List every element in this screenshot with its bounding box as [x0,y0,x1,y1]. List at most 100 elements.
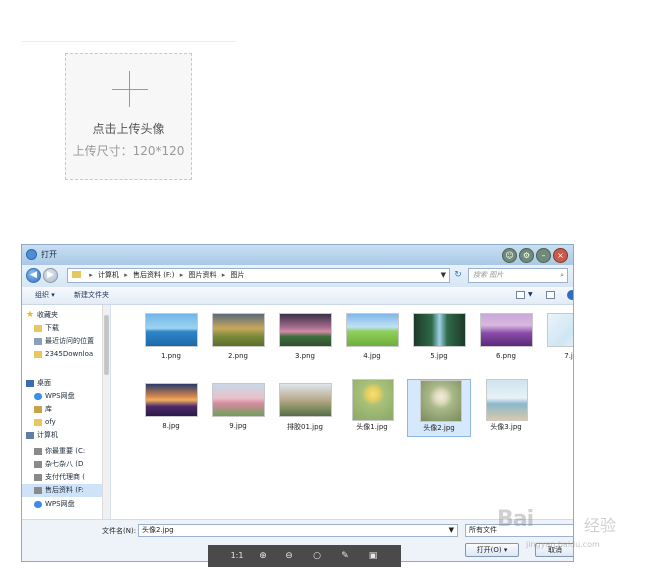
drive-icon [34,487,42,494]
sidebar-item-label: 2345Downloa [45,350,94,358]
sidebar-item[interactable]: 桌面 [22,377,110,390]
app-icon [26,249,37,260]
open-button[interactable]: 打开(O) ▾ [465,543,519,557]
close-button[interactable]: × [553,248,568,263]
avatar-upload-box[interactable]: 点击上传头像 上传尺寸：120*120 [65,53,192,180]
sidebar-item-label: 支付代理商 ( [45,473,85,481]
image-thumbnail [212,313,265,347]
sidebar-item[interactable]: 杂七杂八 (D [22,458,110,471]
refresh-icon[interactable]: ↻ [452,269,464,281]
edit-icon[interactable]: ✎ [338,549,352,563]
back-button[interactable]: ◀ [26,268,41,283]
sidebar-item[interactable]: WPS网盘 [22,390,110,403]
file-item[interactable]: 1.png [139,309,203,367]
forward-button[interactable]: ▶ [43,268,58,283]
file-item[interactable]: 4.jpg [340,309,404,367]
sidebar-item[interactable]: 售后资料 (F: [22,484,110,497]
breadcrumb-item[interactable]: 图片资料 [188,271,216,279]
cloud-icon [34,501,42,508]
sidebar-scrollbar[interactable] [102,305,110,519]
help-icon[interactable] [567,290,573,300]
actual-size-button[interactable]: 1:1 [226,549,248,563]
file-name: 排胶01.jpg [287,423,323,431]
minimize-button[interactable]: – [536,248,551,263]
library-icon [34,406,42,413]
image-thumbnail [212,383,265,417]
file-item[interactable]: 6.png [474,309,538,367]
file-item[interactable]: 8.jpg [139,379,203,437]
dialog-title: 打开 [41,250,57,259]
file-item[interactable]: 3.png [273,309,337,367]
save-icon[interactable]: ▣ [366,549,380,563]
navigation-pane: ★ 收藏夹 下载 最近访问的位置 2345Downloa 桌面 WPS网盘库 ofy 计算机 你最… [22,305,111,519]
file-name: 头像2.jpg [423,424,455,432]
sidebar-item[interactable]: ofy [22,416,110,429]
scrollbar-thumb[interactable] [104,315,109,375]
chevron-down-icon[interactable]: ▼ [441,269,446,282]
image-thumbnail [279,313,332,347]
sidebar-item-label: 你最重要 (C: [45,447,86,455]
breadcrumb-item[interactable]: 计算机 [98,271,119,279]
watermark-url: jingyan.baidu.com [526,540,600,549]
divider [22,41,236,42]
dialog-titlebar[interactable]: 打开 ☺ ⚙ – × [22,245,573,265]
search-input[interactable]: 搜索 图片 ⌕ [468,268,568,283]
image-thumbnail [486,379,528,421]
watermark-text: 经验 [584,516,617,535]
organize-button[interactable]: 组织 ▾ [35,287,55,303]
image-viewer-toolbar: 1:1 ⊕ ⊖ ○ ✎ ▣ [208,545,401,567]
skin-icon[interactable]: ☺ [502,248,517,263]
image-thumbnail [480,313,533,347]
sidebar-item[interactable]: 2345Downloa [22,348,110,361]
file-name: 9.jpg [229,422,247,430]
sidebar-item[interactable]: ★ 收藏夹 [22,309,110,322]
breadcrumb-item[interactable]: 图片 [230,271,244,279]
upload-label: 点击上传头像 [92,122,165,136]
view-mode-icon[interactable] [516,291,525,299]
sidebar-item-label: WPS网盘 [45,500,75,508]
sidebar-item-label: 桌面 [37,379,51,387]
zoom-out-icon[interactable]: ⊖ [282,549,296,563]
watermark-logo: Bai [497,507,534,532]
file-list: 1.png 2.png 3.png 4.jpg 5.jpg 6.png 7.jpg 8.jpg… [111,305,573,519]
image-thumbnail [346,313,399,347]
sidebar-item-label: ofy [45,418,56,426]
sidebar-item[interactable]: 最近访问的位置 [22,335,110,348]
settings-icon[interactable]: ⚙ [519,248,534,263]
file-item[interactable]: 头像1.jpg [340,379,404,437]
sidebar-item-label: 杂七杂八 (D [45,460,84,468]
sidebar-item-label: 库 [45,405,52,413]
image-thumbnail [145,383,198,417]
sidebar-item-label: 售后资料 (F: [45,486,84,494]
sidebar-item[interactable]: 库 [22,403,110,416]
file-item[interactable]: 5.jpg [407,309,471,367]
new-folder-button[interactable]: 新建文件夹 [74,287,109,303]
sidebar-item[interactable]: 下载 [22,322,110,335]
chevron-down-icon[interactable]: ▼ [528,287,533,303]
cloud-icon [34,393,42,400]
file-item[interactable]: 2.png [206,309,270,367]
file-item[interactable]: 7.jpg [541,309,573,367]
preview-pane-icon[interactable] [546,291,555,299]
fit-icon[interactable]: ○ [310,549,324,563]
file-item[interactable]: 排胶01.jpg [273,379,337,437]
address-field[interactable]: ▸ 计算机 ▸ 售后资料 (F:) ▸ 图片资料 ▸ 图片 ▼ [67,268,450,283]
chevron-down-icon[interactable]: ▼ [449,525,454,536]
address-bar-row: ◀ ▶ ▸ 计算机 ▸ 售后资料 (F:) ▸ 图片资料 ▸ 图片 ▼ ↻ 搜索… [22,265,573,287]
image-thumbnail [420,380,462,422]
star-icon: ★ [26,310,35,320]
sidebar-item[interactable]: 支付代理商 ( [22,471,110,484]
file-item[interactable]: 头像2.jpg [407,379,471,437]
zoom-in-icon[interactable]: ⊕ [256,549,270,563]
sidebar-item[interactable]: WPS网盘 [22,498,110,511]
file-name: 头像1.jpg [356,423,388,431]
sidebar-item-label: 计算机 [37,431,58,439]
file-item[interactable]: 头像3.jpg [474,379,538,437]
sidebar-item[interactable]: 计算机 [22,429,110,442]
breadcrumb-item[interactable]: 售后资料 (F:) [133,271,175,279]
file-item[interactable]: 9.jpg [206,379,270,437]
sidebar-item[interactable]: 你最重要 (C: [22,445,110,458]
filename-input[interactable]: 头像2.jpg ▼ [138,524,458,537]
file-name: 8.jpg [162,422,180,430]
drive-icon [34,474,42,481]
